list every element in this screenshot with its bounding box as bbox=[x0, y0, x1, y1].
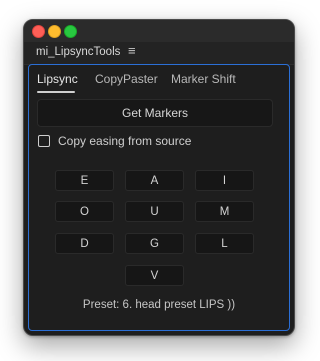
tab-copypaster[interactable]: CopyPaster bbox=[95, 72, 158, 86]
letter-button-a[interactable]: A bbox=[125, 170, 184, 191]
preset-status-text: Preset: 6. head preset LIPS )) bbox=[82, 299, 236, 311]
tab-marker-shift[interactable]: Marker Shift bbox=[171, 72, 236, 86]
lipsync-tools-window: mi_LipsyncTools ≡ Lipsync CopyPaster Mar… bbox=[23, 19, 295, 336]
copy-easing-checkbox[interactable] bbox=[38, 135, 50, 147]
letter-button-o[interactable]: O bbox=[55, 201, 114, 222]
letter-button-g[interactable]: G bbox=[125, 233, 184, 254]
close-window-button[interactable] bbox=[32, 25, 45, 38]
panel-body: Lipsync CopyPaster Marker Shift Get Mark… bbox=[28, 64, 290, 331]
window-titlebar[interactable] bbox=[24, 20, 294, 42]
letter-button-d[interactable]: D bbox=[55, 233, 114, 254]
letter-button-m[interactable]: M bbox=[195, 201, 254, 222]
letter-button-i[interactable]: I bbox=[195, 170, 254, 191]
letter-button-u[interactable]: U bbox=[125, 201, 184, 222]
letter-button-v[interactable]: V bbox=[125, 265, 184, 286]
panel-header: mi_LipsyncTools ≡ bbox=[24, 42, 294, 65]
minimize-window-button[interactable] bbox=[48, 25, 61, 38]
tab-lipsync[interactable]: Lipsync bbox=[37, 72, 78, 86]
copy-easing-label: Copy easing from source bbox=[58, 134, 192, 148]
panel-menu-icon[interactable]: ≡ bbox=[128, 43, 136, 58]
letter-button-e[interactable]: E bbox=[55, 170, 114, 191]
get-markers-button[interactable]: Get Markers bbox=[37, 99, 273, 127]
active-tab-underline bbox=[37, 91, 75, 93]
letter-button-l[interactable]: L bbox=[195, 233, 254, 254]
panel-title: mi_LipsyncTools bbox=[36, 46, 121, 58]
maximize-window-button[interactable] bbox=[64, 25, 77, 38]
